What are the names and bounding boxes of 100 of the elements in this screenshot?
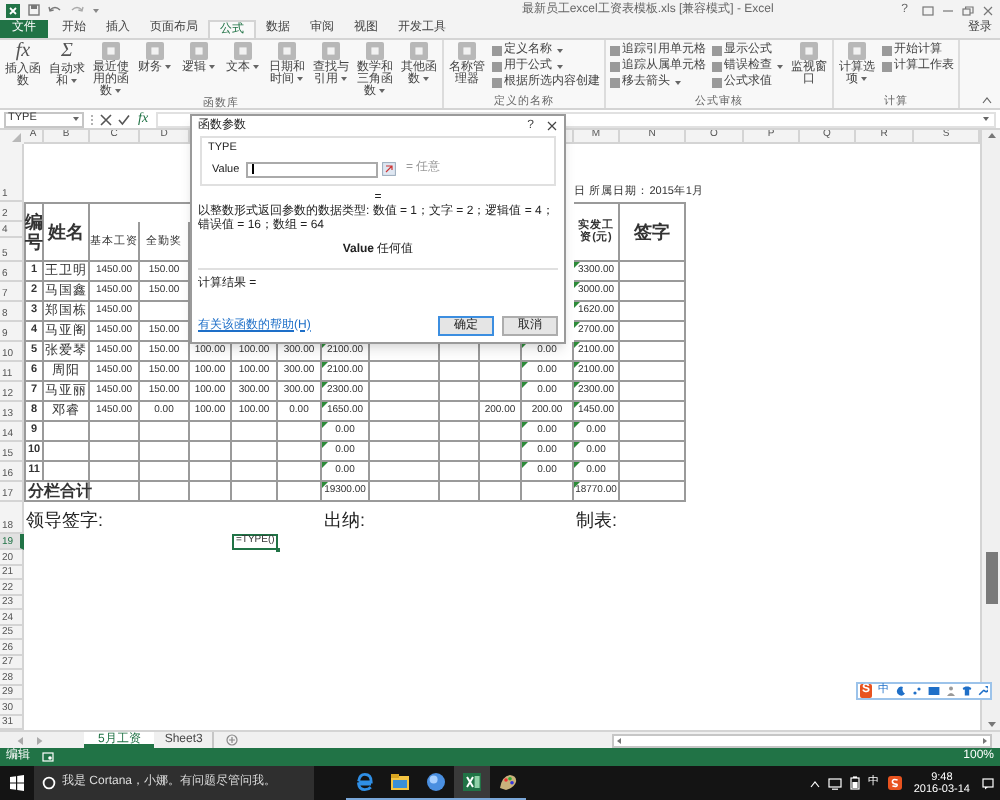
save-icon[interactable] (28, 4, 40, 16)
table-cell (44, 422, 90, 442)
collapse-ribbon-icon[interactable] (982, 96, 992, 104)
table-cell (480, 462, 522, 482)
horizontal-scrollbar[interactable] (612, 733, 992, 747)
moon-icon[interactable] (896, 686, 906, 696)
table-cell (370, 422, 440, 442)
table-cell (440, 382, 480, 402)
table-header-cell: 姓名 (44, 202, 90, 262)
show-hidden-icons-icon[interactable] (809, 779, 820, 787)
table-cell (522, 482, 574, 502)
folder-icon[interactable] (390, 772, 410, 792)
square-icon (712, 77, 722, 87)
person-icon[interactable] (946, 686, 956, 696)
table-cell (440, 462, 480, 482)
table-cell (370, 462, 440, 482)
glyph-icon: fx (15, 42, 31, 62)
square-icon (492, 45, 502, 55)
table-cell (278, 482, 322, 502)
table-cell (90, 442, 140, 462)
caret-icon (982, 116, 990, 122)
table-cell (190, 442, 232, 462)
table-cell (370, 482, 440, 502)
table-cell (620, 382, 686, 402)
spreadsheet-app-icon[interactable] (462, 772, 482, 792)
square-icon (492, 77, 502, 87)
notifications-icon[interactable] (982, 777, 994, 789)
signature-label: 出纳: (322, 507, 368, 533)
table-cell (620, 342, 686, 362)
square-icon (882, 45, 892, 55)
table-header-cell: 签字 (620, 202, 686, 262)
table-cell (620, 262, 686, 282)
table-cell (440, 482, 480, 502)
table-cell (232, 462, 278, 482)
battery-icon[interactable] (849, 776, 860, 790)
enter-icon[interactable] (118, 113, 130, 125)
table-cell (440, 402, 480, 422)
paint-icon[interactable] (498, 772, 518, 792)
table-cell (44, 462, 90, 482)
square-icon (882, 61, 892, 71)
table-cell (620, 362, 686, 382)
table-cell (140, 422, 190, 442)
table-cell (140, 482, 190, 502)
table-cell (370, 402, 440, 422)
table-cell (140, 462, 190, 482)
table-cell (370, 442, 440, 462)
shirt-icon[interactable] (962, 686, 972, 696)
globe-icon[interactable] (426, 772, 446, 792)
table-cell (190, 422, 232, 442)
collapse-dialog-icon[interactable] (382, 162, 396, 177)
table-cell (440, 442, 480, 462)
undo-icon[interactable] (48, 4, 62, 16)
table-cell (440, 422, 480, 442)
table-cell (90, 482, 140, 502)
table-cell (620, 282, 686, 302)
square-icon (712, 61, 722, 71)
scroll-thumb[interactable] (985, 552, 997, 604)
table-cell (90, 422, 140, 442)
punctuation-icon[interactable] (912, 686, 922, 696)
cancel-icon[interactable] (100, 113, 112, 125)
keyboard-icon[interactable] (928, 686, 940, 696)
table-cell (620, 442, 686, 462)
glyph-icon: Σ (61, 42, 73, 62)
table-cell (140, 442, 190, 462)
signature-label: 制表: (574, 507, 620, 533)
table-cell (90, 462, 140, 482)
value-field[interactable] (246, 161, 378, 178)
close-icon[interactable] (546, 120, 558, 132)
square-icon (610, 77, 620, 87)
browser-e-icon[interactable] (354, 772, 374, 792)
ime-logo-icon[interactable] (887, 776, 902, 790)
monitor-icon[interactable] (827, 777, 842, 789)
square-icon (712, 45, 722, 55)
table-cell (440, 362, 480, 382)
table-cell (370, 362, 440, 382)
table-cell (232, 442, 278, 462)
cortana-icon (42, 776, 56, 790)
table-cell (190, 462, 232, 482)
table-cell (190, 482, 232, 502)
macro-record-icon[interactable] (42, 752, 54, 762)
table-cell (480, 482, 522, 502)
square-icon (610, 45, 620, 55)
table-cell (620, 462, 686, 482)
table-cell (620, 302, 686, 322)
table-cell (620, 402, 686, 422)
square-icon (610, 61, 620, 71)
table-cell (620, 322, 686, 342)
table-cell (480, 382, 522, 402)
table-cell (370, 382, 440, 402)
table-cell (232, 422, 278, 442)
table-cell (44, 442, 90, 462)
table-cell (620, 422, 686, 442)
restore-icon[interactable] (962, 5, 974, 15)
square-icon (492, 61, 502, 71)
wrench-icon[interactable] (978, 686, 988, 696)
table-cell (232, 482, 278, 502)
table-cell: 分栏合计 (24, 482, 90, 502)
add-sheet-icon[interactable] (226, 734, 239, 746)
ribbon-display-icon[interactable] (922, 5, 934, 15)
table-cell (620, 482, 686, 502)
